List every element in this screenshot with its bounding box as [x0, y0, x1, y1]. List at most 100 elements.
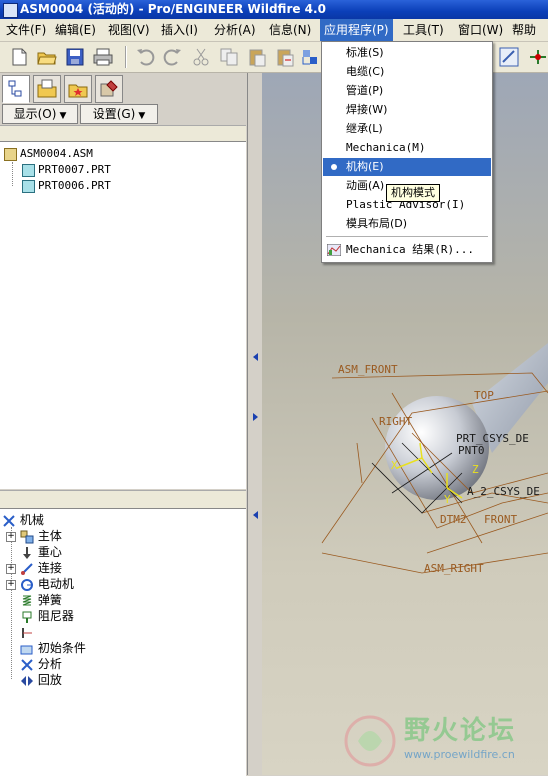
menu-applications[interactable]: 应用程序(P)	[320, 19, 393, 41]
menu-analysis[interactable]: 分析(A)	[210, 19, 260, 41]
app-menu-cabling[interactable]: 电缆(C)	[323, 63, 491, 81]
menu-edit[interactable]: 编辑(E)	[51, 19, 100, 41]
datum-label-pnt0[interactable]: PNT0	[458, 444, 485, 457]
menu-view[interactable]: 视图(V)	[104, 19, 154, 41]
menu-item-label: 机构(E)	[346, 160, 384, 173]
mech-item-gravity[interactable]: 重心	[20, 544, 62, 560]
tab-model-tree[interactable]	[2, 75, 30, 103]
cut-icon[interactable]	[190, 46, 212, 68]
menu-window[interactable]: 窗口(W)	[454, 19, 507, 41]
app-menu-mold-layout[interactable]: 模具布局(D)	[323, 215, 491, 233]
app-menu-mechanism[interactable]: 机构(E)	[323, 158, 491, 176]
app-menu-mechanica[interactable]: Mechanica(M)	[323, 139, 491, 157]
axis-label-y: Y	[444, 493, 451, 506]
mech-root[interactable]: 机械	[2, 512, 44, 528]
tree-header-bar	[0, 125, 246, 141]
open-folder-icon[interactable]	[36, 46, 58, 68]
print-icon[interactable]	[92, 46, 114, 68]
tree-item-asm[interactable]: ASM0004.ASM	[4, 146, 93, 162]
copy-icon[interactable]	[218, 46, 240, 68]
paste-icon[interactable]	[246, 46, 268, 68]
redo-icon[interactable]	[162, 46, 184, 68]
menu-tools[interactable]: 工具(T)	[399, 19, 448, 41]
datum-label-a2-csys[interactable]: A_2_CSYS_DE	[467, 485, 540, 498]
datum-label-top[interactable]: TOP	[474, 389, 494, 402]
datum-point-icon[interactable]	[526, 46, 548, 68]
mech-item-playback[interactable]: 回放	[20, 672, 62, 688]
collapse-left-icon[interactable]	[253, 511, 258, 519]
expand-right-icon[interactable]	[253, 413, 258, 421]
settings-dropdown[interactable]: 设置(G) ▼	[80, 104, 158, 124]
menu-info[interactable]: 信息(N)	[265, 19, 315, 41]
menu-separator	[326, 236, 488, 237]
new-file-icon[interactable]	[8, 46, 30, 68]
regenerate-icon[interactable]	[299, 46, 321, 68]
mech-item-connections[interactable]: 连接	[20, 560, 62, 576]
menu-insert[interactable]: 插入(I)	[157, 19, 202, 41]
mech-item-force-placeholder[interactable]	[20, 624, 34, 640]
title-bar: ASM0004 (活动的) - Pro/ENGINEER Wildfire 4.…	[0, 0, 548, 19]
tree-item-prt0007[interactable]: PRT0007.PRT	[22, 162, 111, 178]
chevron-down-icon: ▼	[138, 111, 146, 121]
mech-item-label: 分析	[37, 657, 62, 671]
sketch-view-icon[interactable]	[498, 46, 520, 68]
favorites-icon	[68, 84, 88, 98]
mech-item-label: 阻尼器	[37, 609, 74, 623]
datum-label-asm-front[interactable]: ASM_FRONT	[338, 363, 398, 376]
mech-item-dampers[interactable]: 阻尼器	[20, 608, 74, 624]
show-dropdown[interactable]: 显示(O) ▼	[2, 104, 78, 124]
expand-icon[interactable]: +	[6, 580, 16, 590]
mech-root-label: 机械	[19, 513, 44, 527]
mechanism-icon	[3, 514, 15, 527]
collapse-left-icon[interactable]	[253, 353, 258, 361]
body-icon	[20, 530, 34, 543]
folder-browser-icon	[37, 79, 57, 98]
tree-item-prt0006[interactable]: PRT0006.PRT	[22, 178, 111, 194]
panel-splitter[interactable]	[247, 73, 263, 775]
datum-label-dtm2[interactable]: DTM2	[440, 513, 467, 526]
watermark-logo-icon	[344, 715, 396, 767]
model-tree: ASM0004.ASM PRT0007.PRT PRT0006.PRT	[0, 141, 246, 489]
undo-icon[interactable]	[134, 46, 156, 68]
spring-icon	[22, 595, 32, 605]
menu-item-label: Mechanica(M)	[346, 141, 426, 154]
window-title: ASM0004 (活动的) - Pro/ENGINEER Wildfire 4.…	[20, 2, 326, 16]
app-menu-mechanica-results[interactable]: Mechanica 结果(R)...	[323, 241, 491, 259]
expand-icon[interactable]: +	[6, 564, 16, 574]
tree-item-label: PRT0006.PRT	[38, 179, 111, 192]
datum-label-front[interactable]: FRONT	[484, 513, 517, 526]
mech-item-initial-conditions[interactable]: 初始条件	[20, 640, 86, 656]
save-icon[interactable]	[64, 46, 86, 68]
gravity-icon	[23, 546, 31, 559]
mech-item-analyses[interactable]: 分析	[20, 656, 62, 672]
results-icon	[327, 244, 341, 256]
force-icon	[22, 627, 32, 638]
app-menu-piping[interactable]: 管道(P)	[323, 82, 491, 100]
damper-icon	[22, 611, 32, 623]
mech-item-label: 主体	[37, 529, 62, 543]
menu-bar: 文件(F) 编辑(E) 视图(V) 插入(I) 分析(A) 信息(N) 应用程序…	[0, 19, 548, 42]
mech-item-bodies[interactable]: 主体	[20, 528, 62, 544]
applications-menu: 标准(S) 电缆(C) 管道(P) 焊接(W) 继承(L) Mechanica(…	[321, 41, 493, 263]
selected-bullet-icon	[331, 164, 337, 170]
menu-file[interactable]: 文件(F)	[2, 19, 50, 41]
tab-folder-browser[interactable]	[33, 75, 61, 103]
tab-connections[interactable]	[95, 75, 123, 103]
initial-condition-icon	[20, 645, 33, 654]
app-menu-welding[interactable]: 焊接(W)	[323, 101, 491, 119]
mech-item-motors[interactable]: 电动机	[20, 576, 74, 592]
tab-favorites[interactable]	[64, 75, 92, 103]
axis-label-z: Z	[472, 463, 479, 476]
app-menu-standard[interactable]: 标准(S)	[323, 44, 491, 62]
mech-item-springs[interactable]: 弹簧	[20, 592, 62, 608]
paste-special-icon[interactable]	[274, 46, 296, 68]
forum-watermark: 野火论坛 www.proewildfire.cn	[338, 708, 548, 775]
expand-icon[interactable]: +	[6, 532, 16, 542]
tree-connector	[12, 162, 14, 186]
menu-help[interactable]: 帮助	[508, 19, 540, 41]
app-menu-inheritance[interactable]: 继承(L)	[323, 120, 491, 138]
menu-item-label: 标准(S)	[346, 46, 384, 59]
mech-item-label: 连接	[37, 561, 62, 575]
datum-label-asm-right[interactable]: ASM_RIGHT	[424, 562, 484, 575]
datum-label-right[interactable]: RIGHT	[379, 415, 412, 428]
